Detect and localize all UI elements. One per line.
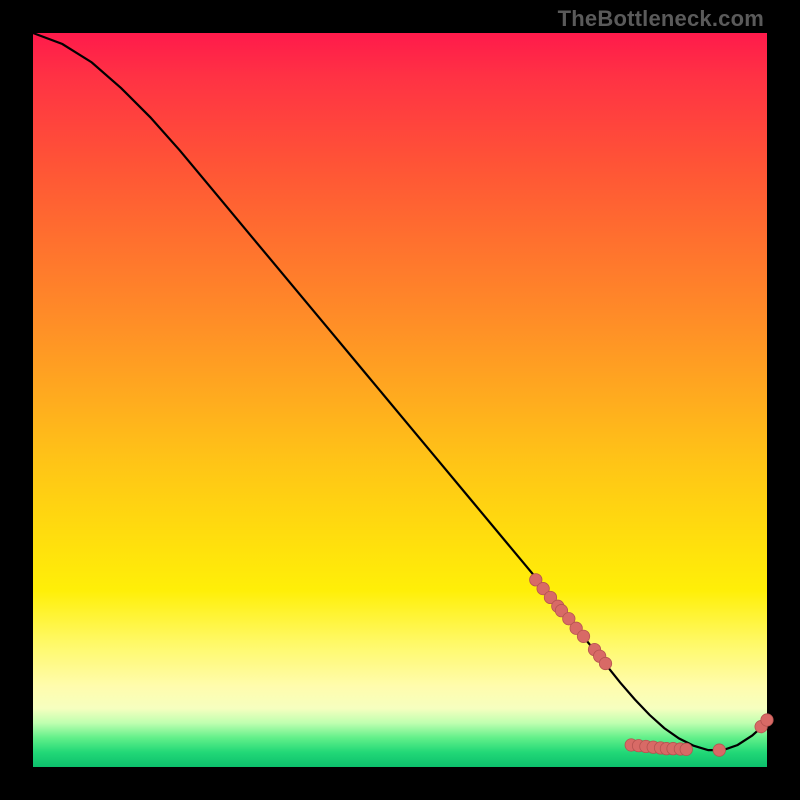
- data-point: [680, 743, 692, 755]
- data-point: [577, 630, 589, 642]
- bottleneck-curve: [33, 33, 767, 750]
- data-point: [599, 657, 611, 669]
- data-points: [530, 574, 774, 757]
- chart-svg: [33, 33, 767, 767]
- chart-frame: TheBottleneck.com: [0, 0, 800, 800]
- watermark-text: TheBottleneck.com: [558, 6, 764, 32]
- data-point: [761, 714, 773, 726]
- data-point: [713, 744, 725, 756]
